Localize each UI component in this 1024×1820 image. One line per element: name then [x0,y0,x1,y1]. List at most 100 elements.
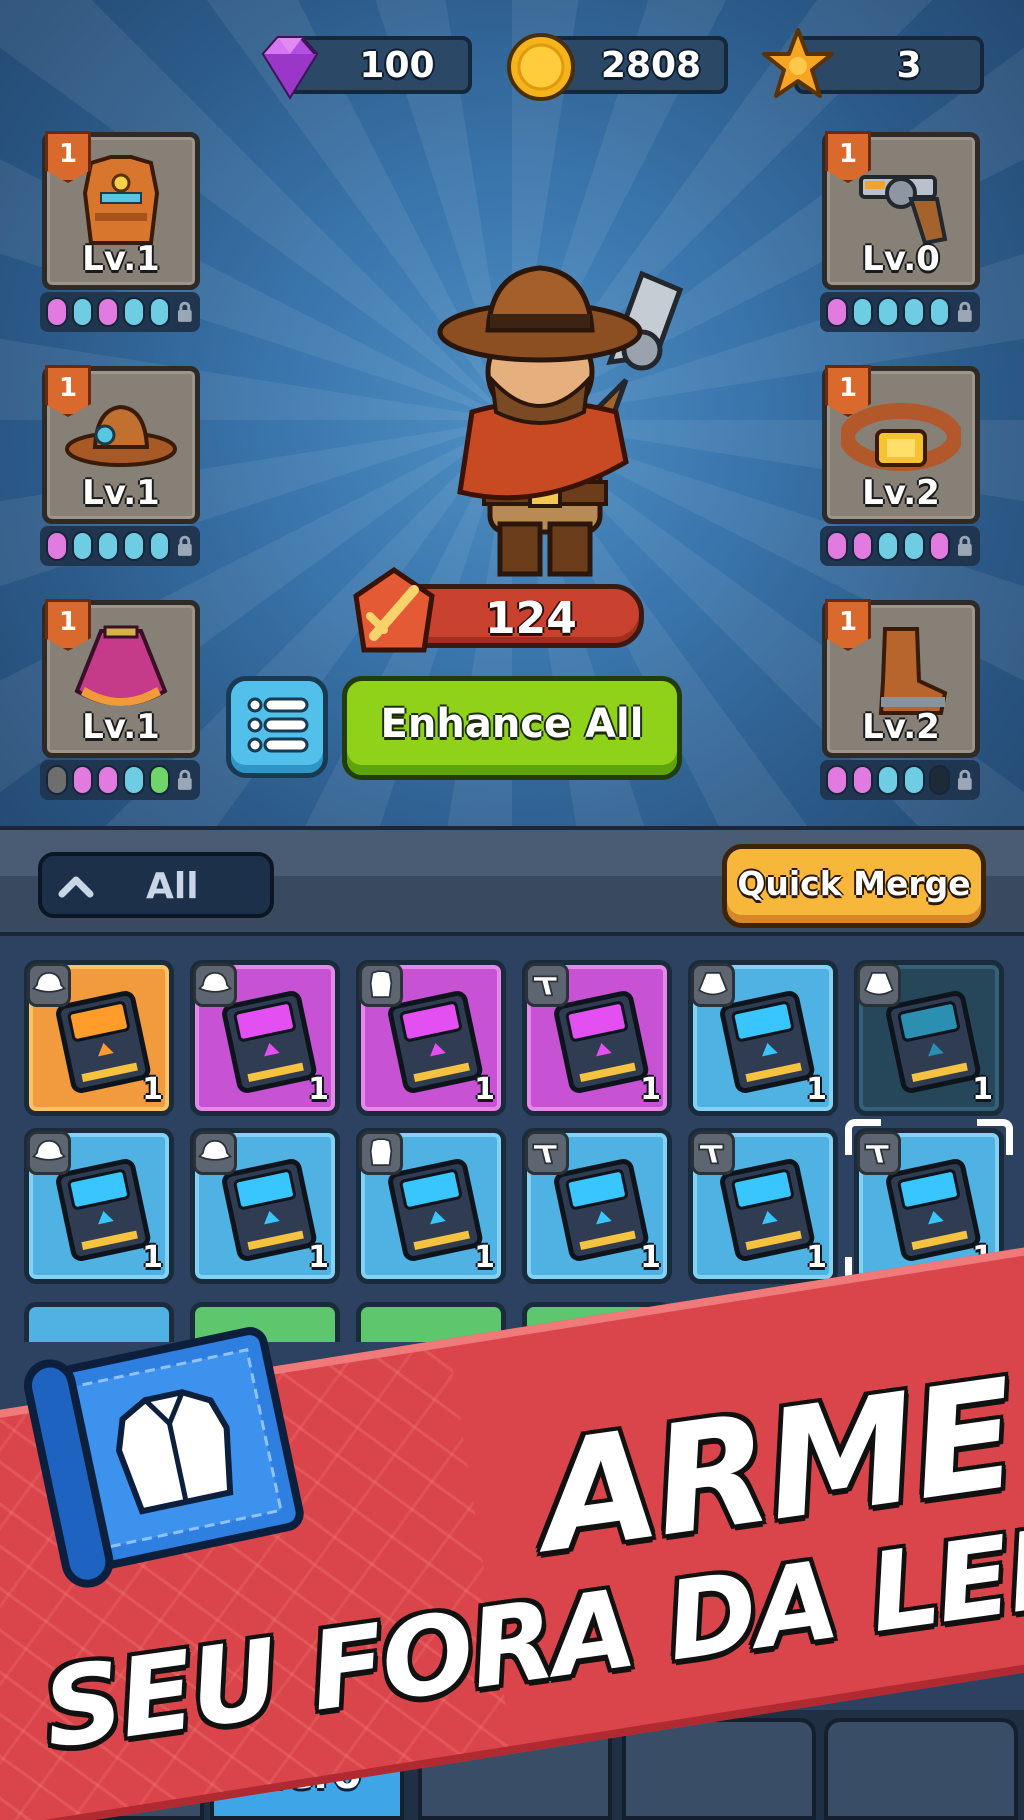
lock-icon [178,769,193,790]
upgrade-pips [820,292,980,332]
gem-icon [261,36,319,100]
equipment-slot-hat[interactable]: 1 Lv.1 [42,365,200,524]
inventory-item[interactable]: 1 [24,960,174,1116]
item-type-badge [27,1131,71,1175]
pip [877,531,900,561]
pip [877,765,900,795]
pip [826,297,848,327]
pip [826,531,848,561]
power-value: 124 [485,593,577,644]
item-quantity: 1 [806,1240,827,1275]
revolver-icon [532,975,559,997]
pip [123,765,145,795]
hero-panel: 100 2808 3 1 Lv.1 1 Lv.1 1 Lv.1 1 Lv.0 1… [0,0,1024,826]
equipment-list-button[interactable] [226,676,328,778]
inventory-item[interactable]: 1 [522,1128,672,1284]
cowboy-hero[interactable] [380,262,720,582]
slot-level: Lv.0 [862,239,940,279]
star-counter[interactable]: 3 [762,28,984,98]
lock-icon [958,769,973,790]
inventory-item[interactable]: 1 [854,960,1004,1116]
nav-tab-helmet[interactable] [622,1718,816,1820]
sheriff-star-icon [762,28,834,98]
pip [71,531,94,561]
item-type-badge [193,963,237,1007]
slot-level: Lv.2 [862,473,940,513]
revolver-icon [532,1143,559,1165]
slot-level: Lv.2 [862,707,940,747]
item-quantity: 1 [640,1240,661,1275]
pip [97,297,120,327]
hat-icon [31,1140,67,1161]
pip [851,765,874,795]
pip [877,297,900,327]
item-type-badge [525,963,569,1007]
lock-icon [178,301,193,322]
item-quantity: 1 [640,1072,661,1107]
lock-icon [178,535,193,556]
enhance-all-label: Enhance All [380,701,644,747]
poncho-icon [698,972,728,996]
inventory-item[interactable]: 1 [190,960,340,1116]
inventory-item[interactable]: 1 [522,960,672,1116]
item-type-badge [359,963,403,1007]
item-type-badge [691,1131,735,1175]
item-quantity: 1 [308,1240,329,1275]
pip [928,297,951,327]
upgrade-pips [820,760,980,800]
slot-level: Lv.1 [82,707,160,747]
equipment-slot-boots[interactable]: 1 Lv.2 [822,599,980,758]
nav-tab-portal[interactable] [824,1718,1018,1820]
pip [148,531,171,561]
quick-merge-button[interactable]: Quick Merge [722,844,986,928]
hat-icon [197,1140,233,1161]
pip [123,531,145,561]
inventory-item[interactable]: 1 [356,960,506,1116]
lock-icon [958,535,973,556]
equipment-slot-revolver[interactable]: 1 Lv.0 [822,131,980,290]
item-type-badge [27,963,71,1007]
inventory-item[interactable]: 1 [190,1128,340,1284]
pip [148,765,171,795]
item-quantity: 1 [142,1072,163,1107]
vest-icon [369,1138,393,1166]
inventory-item[interactable]: 1 [24,1128,174,1284]
pip [148,297,171,327]
upgrade-pips [40,292,200,332]
pip [928,765,951,795]
pip [71,765,94,795]
inventory-item[interactable]: 1 [356,1128,506,1284]
equipment-slot-belt[interactable]: 1 Lv.2 [822,365,980,524]
filter-bar: All Quick Merge [0,826,1024,936]
coin-counter[interactable]: 2808 [507,33,728,101]
hat-icon [31,972,67,993]
enhance-all-button[interactable]: Enhance All [342,676,682,780]
pip [928,531,951,561]
star-count: 3 [896,44,922,86]
pip [123,297,145,327]
item-quantity: 1 [972,1072,993,1107]
gem-counter[interactable]: 100 [261,36,472,100]
pip [903,765,925,795]
equipment-slot-vest[interactable]: 1 Lv.1 [42,131,200,290]
vest-icon [369,970,393,998]
pip [903,297,925,327]
filter-dropdown[interactable]: All [38,852,274,918]
item-type-badge [193,1131,237,1175]
equipment-slot-poncho[interactable]: 1 Lv.1 [42,599,200,758]
item-quantity: 1 [142,1240,163,1275]
slot-level: Lv.1 [82,473,160,513]
crossed-swords-icon [353,566,435,653]
pip [97,765,120,795]
revolver-icon [698,1143,725,1165]
chevron-up-icon [58,876,94,898]
pip [46,765,68,795]
pip [46,297,68,327]
pip [851,297,874,327]
lock-icon [958,301,973,322]
inventory-item[interactable]: 1 [688,1128,838,1284]
gem-count: 100 [359,44,435,86]
inventory-item[interactable]: 1 [688,960,838,1116]
upgrade-pips [40,760,200,800]
game-screen: 100 2808 3 1 Lv.1 1 Lv.1 1 Lv.1 1 Lv.0 1… [0,0,1024,1820]
